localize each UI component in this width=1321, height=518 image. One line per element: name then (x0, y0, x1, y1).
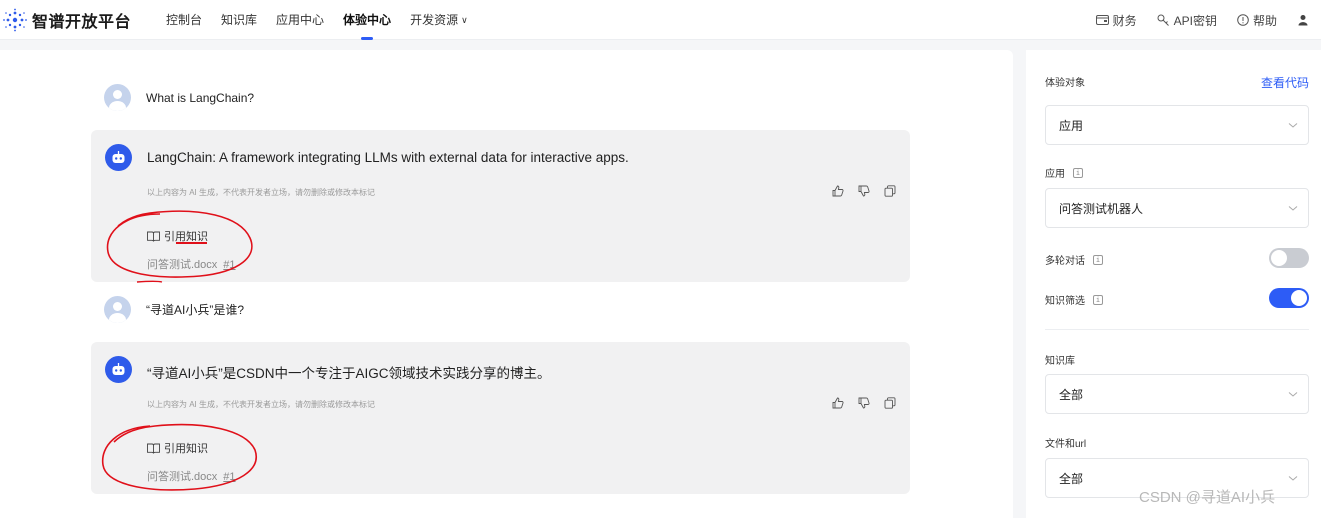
top-right-menu: 财务 API密钥 帮助 (1076, 0, 1313, 40)
knowledge-filter-toggle[interactable] (1269, 288, 1309, 308)
assistant-message-text: LangChain: A framework integrating LLMs … (147, 150, 629, 165)
main-nav: 控制台 知识库 应用中心 体验中心 开发资源 ∨ (166, 0, 487, 40)
reference-file-name: 问答测试.docx (147, 259, 218, 271)
reference-source[interactable]: 问答测试.docx #1 (147, 256, 236, 272)
divider (1045, 329, 1309, 330)
reference-index[interactable]: #1 (223, 259, 235, 271)
brand-logo-icon (3, 8, 27, 32)
nav-item-experience-center[interactable]: 体验中心 (343, 0, 391, 40)
target-select[interactable]: 应用 (1045, 105, 1309, 145)
info-icon: i (1093, 254, 1103, 265)
wallet-icon (1095, 15, 1109, 25)
chevron-down-icon: ∨ (461, 15, 468, 25)
app-label: 应用 (1045, 169, 1065, 180)
settings-panel: 体验对象 查看代码 应用 应用 i 问答测试机器人 多轮对话 i 知识筛选 i 知识库… (1026, 50, 1321, 518)
help-label: 帮助 (1252, 13, 1277, 28)
api-key-link[interactable]: API密钥 (1157, 12, 1217, 29)
chevron-down-icon (1288, 206, 1298, 211)
book-icon (147, 443, 160, 454)
assistant-message: LangChain: A framework integrating LLMs … (91, 130, 910, 282)
nav-item-app-center[interactable]: 应用中心 (276, 0, 324, 40)
help-circle-icon (1237, 14, 1249, 26)
assistant-message-text: “寻道AI小兵”是CSDN中一个专注于AIGC领域技术实践分享的博主。 (147, 366, 551, 381)
copy-icon[interactable] (884, 185, 896, 197)
file-url-select-value: 全部 (1059, 471, 1084, 486)
message-actions (818, 397, 896, 409)
bot-avatar (105, 144, 132, 171)
user-message-text: “寻道AI小兵”是谁? (146, 303, 245, 317)
help-link[interactable]: 帮助 (1237, 12, 1277, 29)
copy-icon[interactable] (884, 397, 896, 409)
info-icon: i (1093, 294, 1103, 305)
nav-item-dev-resources[interactable]: 开发资源 ∨ (410, 0, 468, 40)
user-message: “寻道AI小兵”是谁? (104, 296, 244, 323)
user-message-text: What is LangChain? (146, 90, 255, 105)
reference-index[interactable]: #1 (223, 471, 235, 483)
knowledge-filter-label: 知识筛选 (1045, 296, 1085, 307)
ai-disclaimer: 以上内容为 AI 生成，不代表开发者立场，请勿删除或修改本标记 (147, 400, 376, 409)
reference-title: 引用知识 (164, 231, 208, 243)
reference-title: 引用知识 (164, 443, 208, 455)
app-select-value: 问答测试机器人 (1059, 201, 1144, 216)
brand-name: 智谱开放平台 (32, 14, 132, 31)
book-icon (147, 231, 160, 242)
knowledge-base-select[interactable]: 全部 (1045, 374, 1309, 414)
file-url-label: 文件和url (1045, 439, 1087, 450)
view-code-link[interactable]: 查看代码 (1261, 74, 1309, 91)
robot-icon (112, 151, 125, 163)
nav-item-dev-resources-label: 开发资源 (410, 13, 459, 27)
knowledge-base-label: 知识库 (1045, 356, 1075, 367)
top-navigation-bar: 智谱开放平台 控制台 知识库 应用中心 体验中心 开发资源 ∨ 财务 API密钥 … (0, 0, 1321, 40)
thumbs-down-icon[interactable] (858, 185, 870, 197)
assistant-message: “寻道AI小兵”是CSDN中一个专注于AIGC领域技术实践分享的博主。 以上内容… (91, 342, 910, 494)
user-avatar (104, 84, 131, 111)
message-actions (818, 185, 896, 197)
user-icon (1298, 15, 1308, 26)
finance-link[interactable]: 财务 (1095, 12, 1137, 29)
chevron-down-icon (1288, 392, 1298, 397)
info-icon: i (1073, 167, 1083, 178)
robot-icon (112, 363, 125, 375)
knowledge-filter-label-row: 知识筛选 i (1045, 292, 1103, 307)
multi-turn-label: 多轮对话 (1045, 256, 1085, 267)
chat-panel: What is LangChain? LangChain: A framewor… (0, 50, 1013, 518)
chevron-down-icon (1288, 123, 1298, 128)
nav-item-knowledge-base[interactable]: 知识库 (221, 0, 257, 40)
app-select[interactable]: 问答测试机器人 (1045, 188, 1309, 228)
user-menu[interactable] (1297, 14, 1313, 26)
bot-avatar (105, 356, 132, 383)
target-label: 体验对象 (1045, 78, 1085, 89)
multi-turn-label-row: 多轮对话 i (1045, 252, 1103, 267)
multi-turn-toggle[interactable] (1269, 248, 1309, 268)
watermark: CSDN @寻道AI小兵 (1139, 489, 1276, 506)
user-avatar (104, 296, 131, 323)
user-message: What is LangChain? (104, 84, 254, 111)
api-key-label: API密钥 (1173, 13, 1217, 28)
key-icon (1157, 14, 1169, 26)
finance-label: 财务 (1112, 13, 1137, 28)
reference-source[interactable]: 问答测试.docx #1 (147, 468, 236, 484)
reference-knowledge-toggle[interactable]: 引用知识 (147, 228, 208, 244)
toggle-knob (1271, 250, 1287, 266)
ai-disclaimer: 以上内容为 AI 生成，不代表开发者立场，请勿删除或修改本标记 (147, 188, 376, 197)
brand-logo[interactable]: 智谱开放平台 (2, 8, 131, 32)
reference-knowledge-toggle[interactable]: 引用知识 (147, 440, 208, 456)
chevron-down-icon (1288, 476, 1298, 481)
thumbs-up-icon[interactable] (832, 185, 844, 197)
app-label-row: 应用 i (1045, 165, 1083, 180)
target-select-value: 应用 (1059, 118, 1084, 133)
thumbs-down-icon[interactable] (858, 397, 870, 409)
thumbs-up-icon[interactable] (832, 397, 844, 409)
nav-item-console[interactable]: 控制台 (166, 0, 202, 40)
knowledge-base-select-value: 全部 (1059, 387, 1084, 402)
reference-file-name: 问答测试.docx (147, 471, 218, 483)
toggle-knob (1291, 290, 1307, 306)
